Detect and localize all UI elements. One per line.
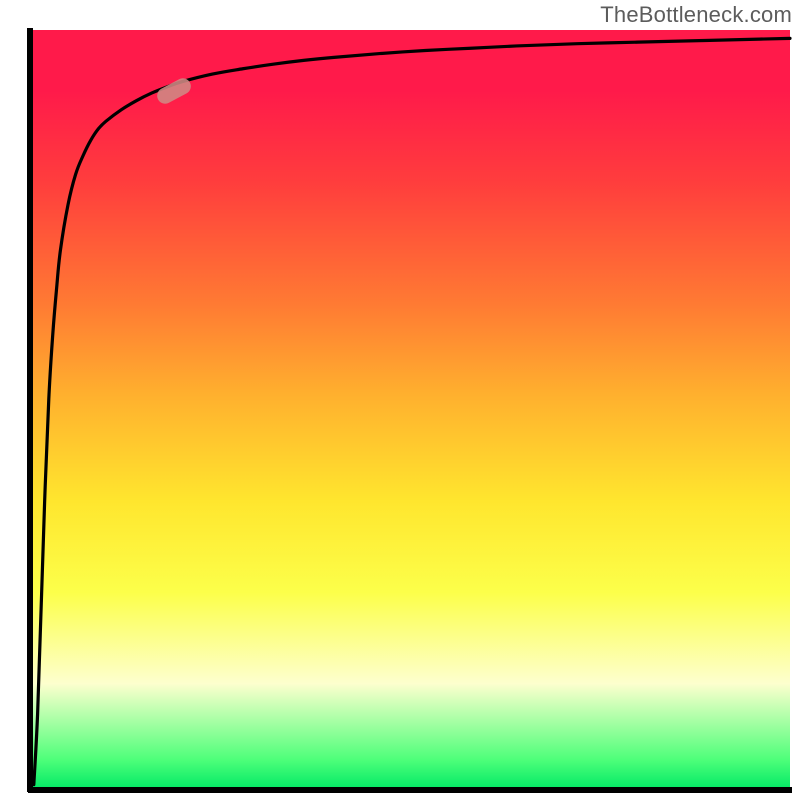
attribution-text: TheBottleneck.com xyxy=(600,2,792,28)
chart-curve-svg xyxy=(30,30,790,790)
chart-plot-area xyxy=(30,30,790,790)
bottleneck-curve-path xyxy=(34,38,790,784)
